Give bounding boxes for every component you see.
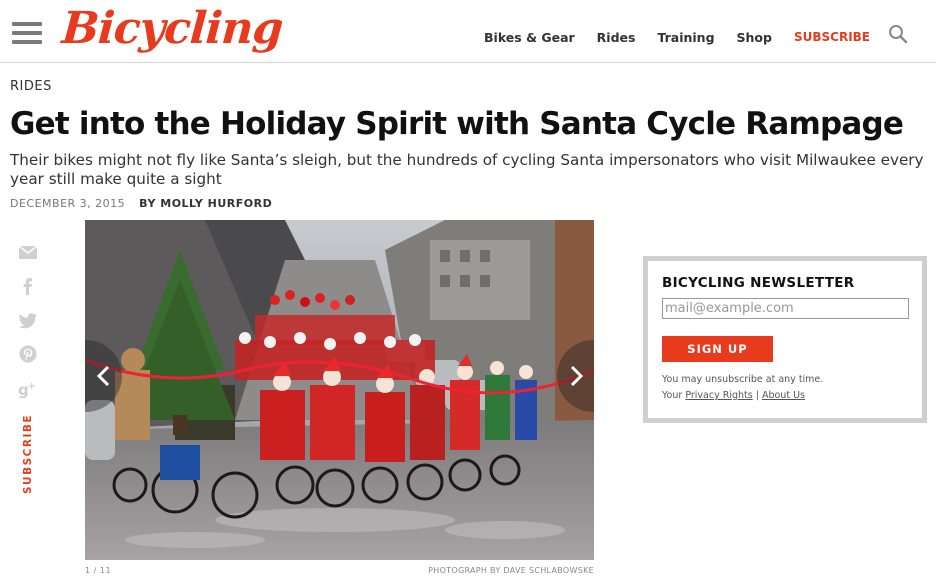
newsletter-box: BICYCLING NEWSLETTER SIGN UP You may uns… [643, 256, 927, 423]
nav-shop[interactable]: Shop [737, 30, 772, 45]
search-icon[interactable] [888, 24, 908, 44]
chevron-left-icon [96, 365, 109, 387]
nav-training[interactable]: Training [657, 30, 714, 45]
subscribe-vertical-link[interactable]: SUBSCRIBE [22, 414, 34, 494]
share-rail: g + [18, 242, 40, 412]
article-date: DECEMBER 3, 2015 [10, 197, 126, 210]
facebook-icon[interactable] [18, 276, 38, 296]
article-headline: Get into the Holiday Spirit with Santa C… [10, 106, 904, 142]
svg-text:+: + [28, 381, 36, 392]
gallery-counter: 1 / 11 [85, 566, 112, 575]
twitter-icon[interactable] [18, 310, 38, 330]
pinterest-icon[interactable] [18, 344, 38, 364]
chevron-right-icon [570, 365, 583, 387]
menu-icon[interactable] [12, 22, 42, 44]
photo-credit: PHOTOGRAPH BY DAVE SCHLABOWSKE [428, 566, 594, 575]
article-meta: DECEMBER 3, 2015 BY MOLLY HURFORD [10, 197, 272, 210]
link-separator: | [755, 390, 759, 401]
newsletter-links: Your Privacy Rights | About Us [662, 388, 908, 404]
nav-bikes-gear[interactable]: Bikes & Gear [484, 30, 575, 45]
newsletter-note: You may unsubscribe at any time. Your Pr… [662, 372, 908, 404]
nav-subscribe[interactable]: SUBSCRIBE [794, 30, 870, 44]
newsletter-email-input[interactable] [662, 298, 909, 319]
unsubscribe-note: You may unsubscribe at any time. [662, 374, 824, 385]
privacy-rights-link[interactable]: Privacy Rights [685, 390, 752, 401]
gallery-photo [85, 220, 594, 560]
nav-rides[interactable]: Rides [597, 30, 636, 45]
main-nav: Bikes & Gear Rides Training Shop SUBSCRI… [462, 24, 908, 47]
your-label: Your [662, 390, 683, 401]
article-byline[interactable]: BY MOLLY HURFORD [139, 197, 272, 210]
logo[interactable]: Bicycling [60, 3, 284, 54]
share-subscribe: SUBSCRIBE [20, 414, 34, 498]
section-label[interactable]: RIDES [10, 79, 52, 94]
article-dek: Their bikes might not fly like Santa’s s… [10, 151, 924, 188]
about-us-link[interactable]: About Us [762, 390, 805, 401]
sign-up-button[interactable]: SIGN UP [662, 336, 773, 362]
site-header: Bicycling Bikes & Gear Rides Training Sh… [0, 0, 936, 63]
santa-rampage-photo [85, 220, 594, 560]
google-plus-icon[interactable]: g + [18, 378, 38, 398]
email-icon[interactable] [18, 242, 38, 262]
newsletter-title: BICYCLING NEWSLETTER [662, 275, 855, 291]
